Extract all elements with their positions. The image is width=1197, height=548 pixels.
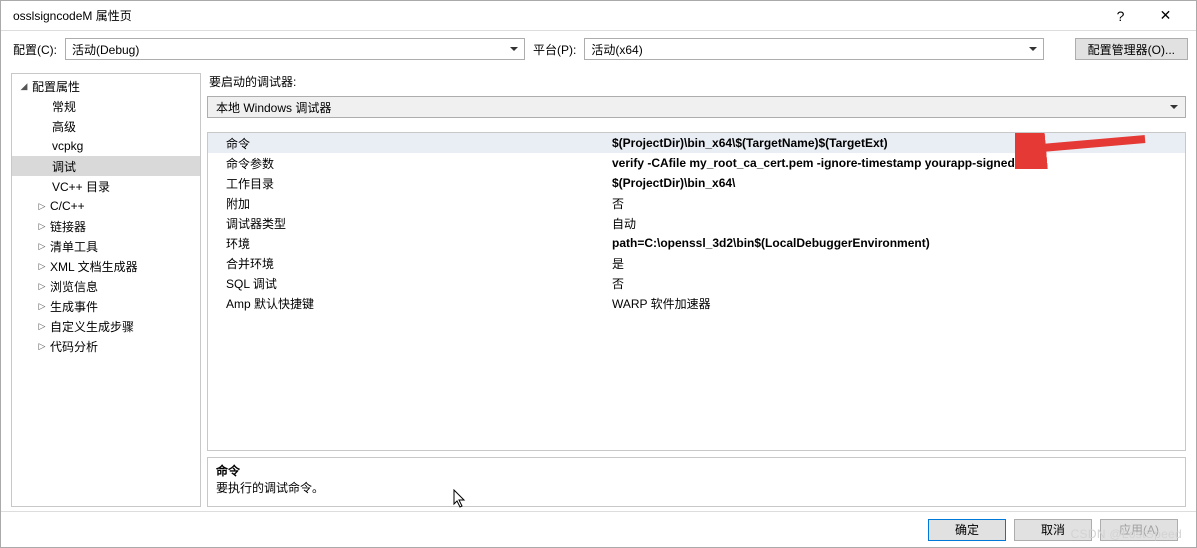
tree-item-cpp[interactable]: ▷ C/C++ (12, 196, 200, 216)
tree-item-label: 浏览信息 (50, 278, 98, 295)
help-title: 命令 (216, 462, 1177, 479)
tree-item-custombuild[interactable]: ▷ 自定义生成步骤 (12, 316, 200, 336)
expand-icon: ▷ (36, 240, 48, 252)
property-row[interactable]: 环境path=C:\openssl_3d2\bin$(LocalDebugger… (208, 233, 1185, 253)
tree-item-label: 调试 (52, 158, 76, 175)
property-row[interactable]: SQL 调试否 (208, 273, 1185, 293)
expand-icon: ▷ (36, 260, 48, 272)
tree-item-manifest[interactable]: ▷ 清单工具 (12, 236, 200, 256)
ok-button[interactable]: 确定 (928, 519, 1006, 541)
property-value[interactable]: 否 (608, 195, 1185, 212)
property-row[interactable]: 合并环境是 (208, 253, 1185, 273)
debugger-combo-value: 本地 Windows 调试器 (216, 99, 331, 116)
property-key: 环境 (208, 235, 608, 252)
property-key: 命令参数 (208, 155, 608, 172)
config-row: 配置(C): 活动(Debug) 平台(P): 活动(x64) 配置管理器(O)… (1, 31, 1196, 67)
tree-item-vcpkg[interactable]: vcpkg (12, 136, 200, 156)
window-title: osslsigncodeM 属性页 (9, 7, 1098, 24)
tree: ◢ 配置属性 常规 高级 vcpkg 调试 VC++ 目录 ▷ C/C++ (12, 74, 200, 358)
expand-icon: ▷ (36, 320, 48, 332)
tree-item-general[interactable]: 常规 (12, 96, 200, 116)
tree-item-label: VC++ 目录 (52, 178, 110, 195)
footer: 确定 取消 应用(A) (1, 511, 1196, 547)
tree-item-label: 链接器 (50, 218, 86, 235)
config-combo-value: 活动(Debug) (72, 41, 139, 58)
debugger-combo[interactable]: 本地 Windows 调试器 (207, 96, 1186, 118)
tree-item-label: 代码分析 (50, 338, 98, 355)
platform-label: 平台(P): (533, 41, 576, 58)
property-value[interactable]: 否 (608, 275, 1185, 292)
property-value[interactable]: $(ProjectDir)\bin_x64\ (608, 176, 1185, 190)
help-box: 命令 要执行的调试命令。 (207, 457, 1186, 507)
property-row[interactable]: 工作目录$(ProjectDir)\bin_x64\ (208, 173, 1185, 193)
tree-item-label: 清单工具 (50, 238, 98, 255)
sidebar[interactable]: ◢ 配置属性 常规 高级 vcpkg 调试 VC++ 目录 ▷ C/C++ (11, 73, 201, 507)
platform-combo[interactable]: 活动(x64) (584, 38, 1044, 60)
tree-item-xmldoc[interactable]: ▷ XML 文档生成器 (12, 256, 200, 276)
collapse-icon: ◢ (18, 80, 30, 92)
tree-root-label: 配置属性 (32, 78, 80, 95)
debugger-label: 要启动的调试器: (209, 73, 1186, 90)
tree-root[interactable]: ◢ 配置属性 (12, 76, 200, 96)
property-value[interactable]: WARP 软件加速器 (608, 295, 1185, 312)
property-key: 调试器类型 (208, 215, 608, 232)
tree-item-label: 自定义生成步骤 (50, 318, 134, 335)
content-panel: 要启动的调试器: 本地 Windows 调试器 命令$(ProjectDir)\… (207, 73, 1186, 507)
property-row[interactable]: 命令$(ProjectDir)\bin_x64\$(TargetName)$(T… (208, 133, 1185, 153)
expand-icon: ▷ (36, 340, 48, 352)
property-key: 工作目录 (208, 175, 608, 192)
property-row[interactable]: 附加否 (208, 193, 1185, 213)
tree-item-label: C/C++ (50, 199, 85, 213)
property-row[interactable]: 命令参数verify -CAfile my_root_ca_cert.pem -… (208, 153, 1185, 173)
config-manager-button[interactable]: 配置管理器(O)... (1075, 38, 1188, 60)
property-row[interactable]: 调试器类型自动 (208, 213, 1185, 233)
tree-item-label: 高级 (52, 118, 76, 135)
tree-item-label: vcpkg (52, 139, 83, 153)
tree-item-vcdirs[interactable]: VC++ 目录 (12, 176, 200, 196)
property-key: Amp 默认快捷键 (208, 295, 608, 312)
tree-item-browse[interactable]: ▷ 浏览信息 (12, 276, 200, 296)
tree-item-codeanalysis[interactable]: ▷ 代码分析 (12, 336, 200, 356)
tree-item-advanced[interactable]: 高级 (12, 116, 200, 136)
property-key: 合并环境 (208, 255, 608, 272)
config-combo[interactable]: 活动(Debug) (65, 38, 525, 60)
platform-combo-value: 活动(x64) (591, 41, 642, 58)
property-row[interactable]: Amp 默认快捷键WARP 软件加速器 (208, 293, 1185, 313)
help-text: 要执行的调试命令。 (216, 479, 1177, 496)
tree-item-label: 常规 (52, 98, 76, 115)
config-label: 配置(C): (13, 41, 57, 58)
expand-icon: ▷ (36, 220, 48, 232)
main-area: ◢ 配置属性 常规 高级 vcpkg 调试 VC++ 目录 ▷ C/C++ (1, 67, 1196, 507)
cancel-button[interactable]: 取消 (1014, 519, 1092, 541)
property-value[interactable]: 自动 (608, 215, 1185, 232)
property-key: SQL 调试 (208, 275, 608, 292)
property-value[interactable]: verify -CAfile my_root_ca_cert.pem -igno… (608, 156, 1185, 170)
expand-icon: ▷ (36, 280, 48, 292)
property-grid[interactable]: 命令$(ProjectDir)\bin_x64\$(TargetName)$(T… (207, 132, 1186, 451)
tree-item-label: XML 文档生成器 (50, 258, 138, 275)
expand-icon: ▷ (36, 300, 48, 312)
tree-item-linker[interactable]: ▷ 链接器 (12, 216, 200, 236)
property-value[interactable]: path=C:\openssl_3d2\bin$(LocalDebuggerEn… (608, 236, 1185, 250)
apply-button[interactable]: 应用(A) (1100, 519, 1178, 541)
titlebar: osslsigncodeM 属性页 ? ✕ (1, 1, 1196, 31)
tree-item-buildevents[interactable]: ▷ 生成事件 (12, 296, 200, 316)
tree-item-debug[interactable]: 调试 (12, 156, 200, 176)
property-key: 附加 (208, 195, 608, 212)
property-key: 命令 (208, 135, 608, 152)
close-button[interactable]: ✕ (1143, 2, 1188, 30)
property-value[interactable]: 是 (608, 255, 1185, 272)
tree-item-label: 生成事件 (50, 298, 98, 315)
help-button[interactable]: ? (1098, 2, 1143, 30)
expand-icon: ▷ (36, 200, 48, 212)
property-value[interactable]: $(ProjectDir)\bin_x64\$(TargetName)$(Tar… (608, 136, 1185, 150)
